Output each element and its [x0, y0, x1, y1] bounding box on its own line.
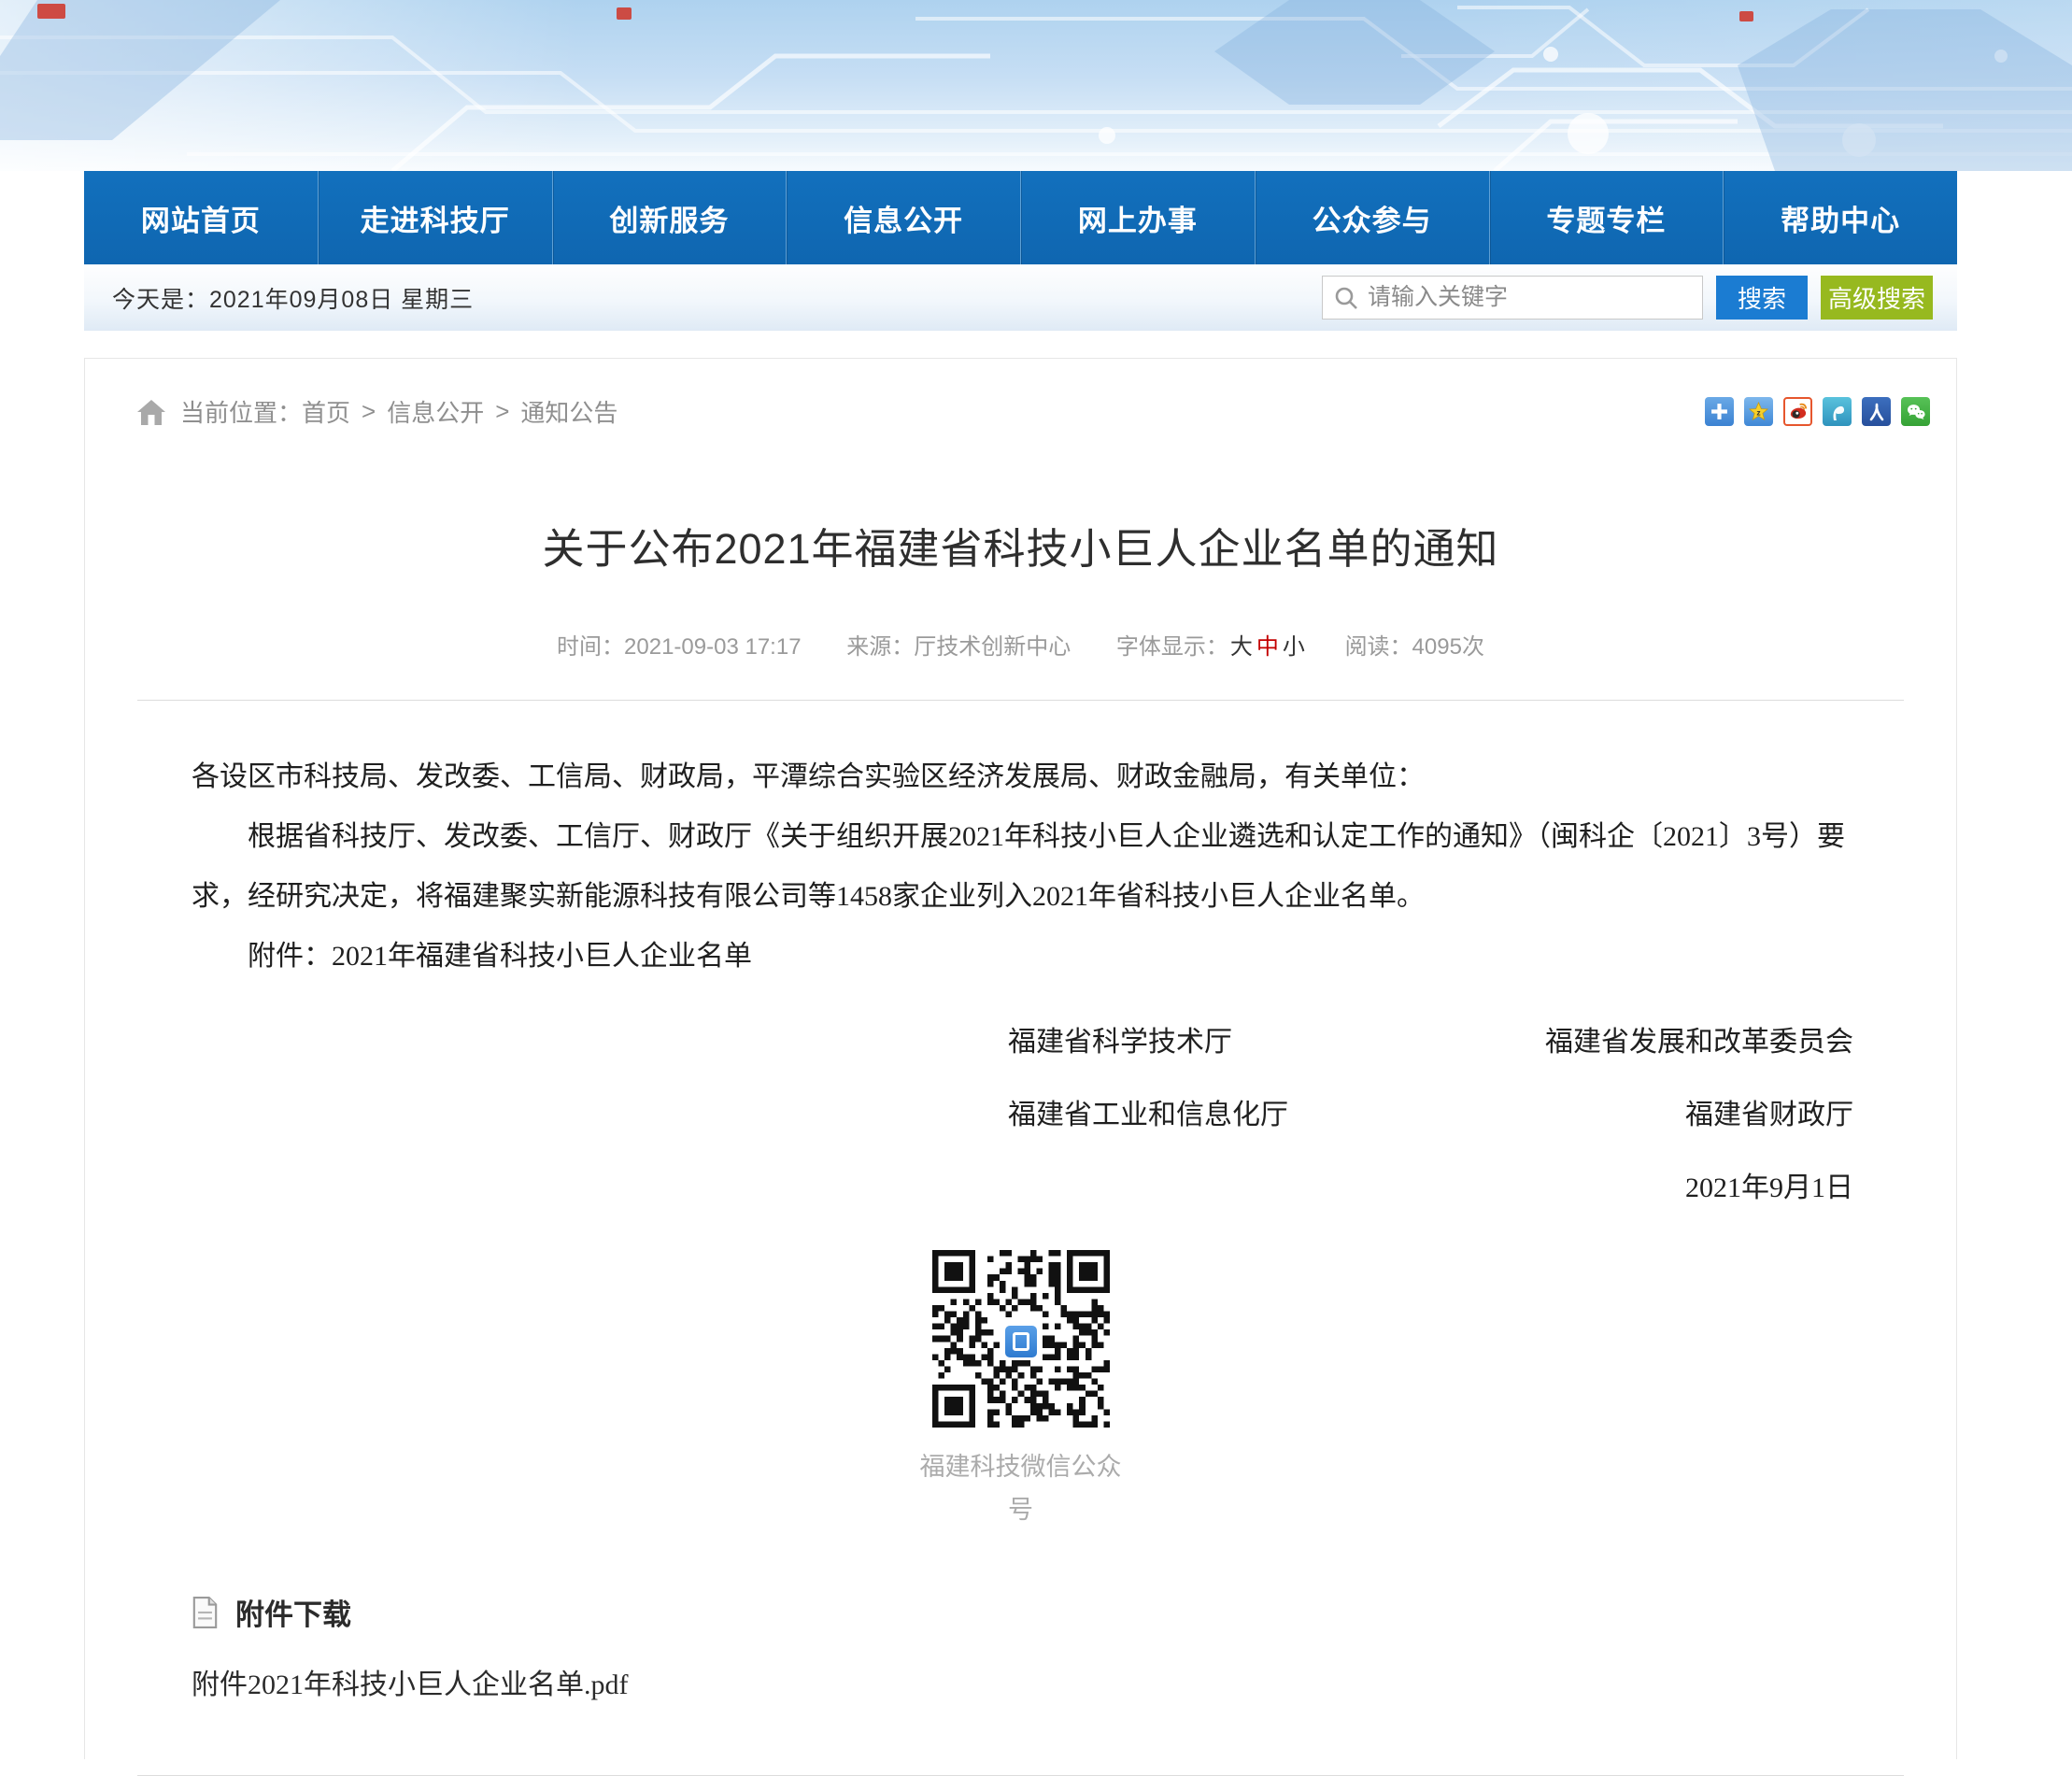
signature-block: 福建省科学技术厅 福建省发展和改革委员会 福建省工业和信息化厅 福建省财政厅 2…: [1008, 1018, 1853, 1205]
paragraph: 各设区市科技局、发改委、工信局、财政局，平潭综合实验区经济发展局、财政金融局，有…: [192, 747, 1850, 807]
date-search-bar: 今天是：2021年09月08日 星期三 搜索 高级搜索: [84, 264, 1957, 331]
font-size-medium-button[interactable]: 中: [1256, 634, 1279, 660]
qr-caption: 福建科技微信公众号: [909, 1445, 1133, 1531]
page-title: 关于公布2021年福建省科技小巨人企业名单的通知: [137, 515, 1904, 575]
advanced-search-button[interactable]: 高级搜索: [1821, 276, 1933, 320]
today-date-text: 今天是：2021年09月08日 星期三: [112, 281, 474, 315]
banner-red-accent: [1739, 11, 1753, 21]
renren-icon[interactable]: [1862, 397, 1891, 426]
divider: [137, 700, 1904, 701]
attachment-file-link[interactable]: 附件2021年科技小巨人企业名单.pdf: [192, 1661, 1904, 1702]
attachment-section-title: 附件下载: [235, 1591, 351, 1633]
breadcrumb-link-info-disclosure[interactable]: 信息公开: [387, 394, 484, 429]
font-size-large-button[interactable]: 大: [1230, 634, 1253, 660]
wechat-icon[interactable]: [1901, 397, 1930, 426]
nav-item-innovation-services[interactable]: 创新服务: [552, 171, 787, 264]
search-icon: [1334, 286, 1358, 310]
search-input[interactable]: [1368, 284, 1691, 311]
meta-source: 来源：厅技术创新中心: [846, 634, 1071, 660]
article-body: 各设区市科技局、发改委、工信局、财政局，平潭综合实验区经济发展局、财政金融局，有…: [137, 747, 1904, 987]
signature-date: 2021年9月1日: [1008, 1164, 1853, 1205]
qr-center-logo: [1002, 1323, 1040, 1360]
banner-red-accent: [617, 7, 632, 20]
share-more-icon[interactable]: [1705, 397, 1734, 426]
paragraph: 根据省科技厅、发改委、工信厅、财政厅《关于组织开展2021年科技小巨人企业遴选和…: [192, 807, 1850, 927]
circuit-pattern-graphic: [0, 0, 2072, 171]
breadcrumb-separator: >: [495, 397, 509, 426]
meta-font-label: 字体显示：: [1116, 634, 1228, 660]
svg-text:z: z: [1756, 407, 1760, 417]
breadcrumb-link-home[interactable]: 首页: [302, 394, 350, 429]
nav-item-help-center[interactable]: 帮助中心: [1723, 171, 1957, 264]
meta-time: 时间：2021-09-03 17:17: [557, 634, 802, 660]
search-box: [1322, 276, 1703, 320]
signature-org: 福建省科学技术厅: [1008, 1018, 1232, 1059]
home-icon: [135, 398, 167, 426]
signature-org: 福建省发展和改革委员会: [1545, 1018, 1853, 1059]
font-size-small-button[interactable]: 小: [1283, 634, 1305, 660]
nav-item-special-topics[interactable]: 专题专栏: [1489, 171, 1724, 264]
banner-red-accent: [37, 4, 65, 19]
paragraph: 附件：2021年福建省科技小巨人企业名单: [192, 927, 1850, 987]
signature-org: 福建省工业和信息化厅: [1008, 1091, 1288, 1132]
article-meta: 时间：2021-09-03 17:17 来源：厅技术创新中心 字体显示：大中小 …: [137, 628, 1904, 661]
content-panel: 当前位置： 首页 > 信息公开 > 通知公告 z: [84, 358, 1957, 1759]
sina-weibo-icon[interactable]: [1783, 397, 1812, 426]
nav-item-public-participation[interactable]: 公众参与: [1255, 171, 1489, 264]
document-icon: [192, 1597, 219, 1628]
share-bar: z: [1705, 397, 1930, 426]
main-nav: 网站首页 走进科技厅 创新服务 信息公开 网上办事 公众参与 专题专栏 帮助中心: [84, 171, 1957, 264]
breadcrumb-link-notices[interactable]: 通知公告: [520, 394, 617, 429]
meta-views: 阅读：4095次: [1345, 634, 1484, 660]
nav-item-home[interactable]: 网站首页: [84, 171, 318, 264]
wechat-qr-code: [932, 1250, 1110, 1432]
nav-item-online-services[interactable]: 网上办事: [1020, 171, 1255, 264]
breadcrumb-separator: >: [362, 397, 376, 426]
nav-item-about[interactable]: 走进科技厅: [318, 171, 552, 264]
qzone-icon[interactable]: z: [1744, 397, 1773, 426]
search-button[interactable]: 搜索: [1716, 276, 1808, 320]
breadcrumb: 当前位置： 首页 > 信息公开 > 通知公告 z: [85, 359, 1956, 429]
tencent-weibo-icon[interactable]: [1823, 397, 1852, 426]
signature-org: 福建省财政厅: [1685, 1091, 1853, 1132]
top-banner: [0, 0, 2072, 171]
breadcrumb-label: 当前位置：: [180, 394, 302, 429]
nav-item-info-disclosure[interactable]: 信息公开: [786, 171, 1020, 264]
